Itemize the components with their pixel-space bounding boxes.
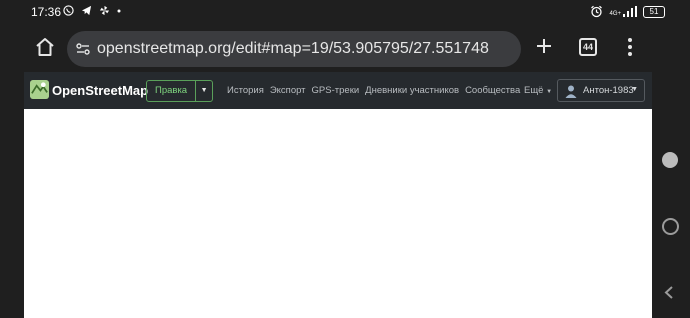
alarm-icon — [591, 5, 603, 18]
network-indicator: 4G+ — [609, 6, 637, 17]
tab-switcher-button[interactable]: 44 — [579, 38, 597, 56]
edit-button[interactable]: Правка — [147, 81, 195, 101]
viber-icon — [63, 5, 74, 16]
more-menu[interactable]: Ещё ▼ — [524, 85, 552, 96]
nav-communities-link[interactable]: Сообщества — [465, 85, 520, 96]
user-caret-icon: ▼ — [631, 86, 638, 93]
edit-dropdown-icon[interactable]: ▼ — [195, 81, 212, 101]
overflow-menu-icon[interactable] — [626, 37, 634, 57]
osm-nav: История Экспорт GPS-треки Дневники участ… — [227, 85, 520, 96]
osm-header: OpenStreetMap Правка ▼ История Экспорт G… — [24, 72, 652, 109]
network-label: 4G+ — [609, 11, 621, 17]
edit-button-group: Правка ▼ — [146, 80, 214, 102]
status-bar: 17:36 4G+ 51 — [0, 0, 690, 24]
system-icons: 4G+ 51 — [590, 5, 665, 18]
nav-history-link[interactable]: История — [227, 85, 264, 96]
nav-back-button[interactable] — [662, 152, 678, 168]
dot-icon — [117, 9, 121, 12]
nav-gps-traces-link[interactable]: GPS-треки — [312, 85, 360, 96]
osm-logo-icon[interactable] — [30, 80, 49, 99]
battery-icon: 51 — [643, 5, 665, 18]
new-tab-icon[interactable] — [535, 37, 553, 55]
web-page: OpenStreetMap Правка ▼ История Экспорт G… — [24, 72, 652, 318]
browser-toolbar: openstreetmap.org/edit#map=19/53.905795/… — [0, 24, 690, 72]
pinwheel-icon — [99, 5, 110, 16]
telegram-icon — [81, 5, 92, 16]
user-name: Антон-1983 — [583, 85, 634, 96]
nav-export-link[interactable]: Экспорт — [270, 85, 306, 96]
nav-recents-icon[interactable] — [662, 285, 677, 300]
site-settings-icon[interactable] — [75, 41, 91, 57]
more-caret-icon: ▼ — [546, 89, 553, 95]
user-menu[interactable]: Антон-1983 ▼ — [557, 79, 645, 102]
status-time: 17:36 — [31, 5, 62, 19]
url-text[interactable]: openstreetmap.org/edit#map=19/53.905795/… — [97, 40, 489, 58]
nav-diaries-link[interactable]: Дневники участников — [365, 85, 459, 96]
home-icon[interactable] — [34, 36, 56, 58]
nav-home-button[interactable] — [662, 218, 679, 235]
more-label: Ещё — [524, 85, 544, 96]
osm-brand[interactable]: OpenStreetMap — [52, 83, 148, 98]
address-bar[interactable]: openstreetmap.org/edit#map=19/53.905795/… — [67, 31, 521, 67]
map-canvas[interactable] — [24, 109, 652, 318]
signal-icon — [623, 6, 637, 17]
notification-icons — [63, 5, 121, 16]
user-avatar-icon — [565, 85, 577, 98]
